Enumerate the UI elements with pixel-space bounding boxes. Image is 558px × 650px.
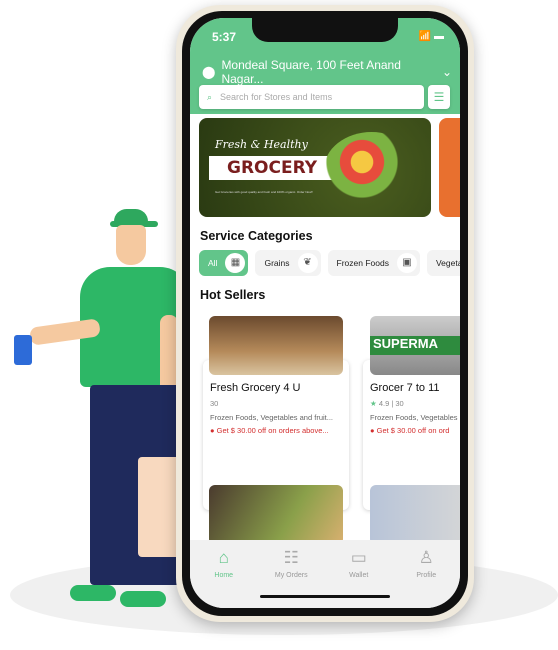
vegetables-image (324, 132, 419, 207)
wifi-battery-icon: 📶 ▬ (418, 31, 444, 42)
promo-banner-2[interactable] (439, 118, 460, 217)
chip-all[interactable]: All ▦ (199, 250, 249, 276)
location-selector[interactable]: ⬤ Mondeal Square, 100 Feet Anand Nagar..… (202, 58, 452, 86)
store-time: 30 (395, 399, 404, 408)
offer-text: Get $ 30.00 off on ord (376, 426, 450, 435)
profile-icon: ♙ (418, 548, 434, 567)
store-image (370, 485, 460, 545)
app-screen: 5:37 📶 ▬ ⬤ Mondeal Square, 100 Feet Anan… (190, 18, 460, 608)
hot-sellers-title: Hot Sellers (200, 288, 266, 302)
nav-label: Profile (416, 572, 437, 579)
chip-label: Grains (264, 258, 290, 268)
status-time: 5:37 (212, 30, 237, 44)
orders-icon: ☷ (283, 548, 299, 567)
chip-label: Vegetab (435, 258, 460, 268)
promo-banner[interactable]: Fresh & Healthy GROCERY Get Groceries wi… (199, 118, 431, 217)
banner-title: GROCERY (209, 156, 336, 180)
rating-value: 4.9 (378, 399, 390, 408)
categories-title: Service Categories (200, 229, 313, 243)
store-name: Fresh Grocery 4 U (210, 382, 301, 394)
store-image (209, 485, 343, 545)
store-offer: ● Get $ 30.00 off on orders above... (210, 426, 329, 435)
wallet-icon: ▭ (350, 548, 367, 567)
store-offer: ● Get $ 30.00 off on ord (370, 426, 450, 435)
nav-home[interactable]: ⌂ Home (190, 540, 258, 608)
banner-script: Fresh & Healthy (215, 138, 308, 151)
store-name: Grocer 7 to 11 (370, 382, 440, 394)
location-pin-icon: ⬤ (202, 65, 216, 79)
notch (252, 18, 398, 42)
offer-text: Get $ 30.00 off on orders above... (216, 426, 329, 435)
category-chips: All ▦ Grains ❦ Frozen Foods ▣ Vegetab (199, 250, 460, 276)
chip-label: Frozen Foods (336, 258, 389, 268)
chevron-down-icon: ⌄ (441, 65, 452, 79)
store-desc: Frozen Foods, Vegetables (370, 413, 458, 422)
basket-icon: ▦ (225, 253, 246, 273)
star-icon: ★ (370, 399, 377, 408)
sliders-icon: ☰ (433, 90, 445, 104)
frozen-icon: ▣ (396, 253, 417, 273)
store-desc: Frozen Foods, Vegetables and fruit... (210, 413, 333, 422)
home-indicator (260, 595, 390, 598)
store-time: 30 (210, 399, 219, 408)
banner-sub: Get Groceries with good quality and fres… (215, 190, 314, 194)
chip-frozen-foods[interactable]: Frozen Foods ▣ (327, 250, 420, 276)
chip-vegetables[interactable]: Vegetab (426, 250, 460, 276)
home-icon: ⌂ (218, 548, 229, 567)
nav-profile[interactable]: ♙ Profile (393, 540, 461, 608)
location-text: Mondeal Square, 100 Feet Anand Nagar... (221, 58, 401, 86)
chip-label: All (208, 258, 218, 268)
search-placeholder: Search for Stores and Items (220, 92, 333, 102)
supermarket-sign: SUPERMA (370, 336, 460, 355)
filter-button[interactable]: ☰ (428, 85, 450, 109)
nav-label: Wallet (349, 572, 369, 579)
nav-label: Home (214, 572, 234, 579)
search-input[interactable]: ⌕ Search for Stores and Items (199, 85, 424, 109)
chip-grains[interactable]: Grains ❦ (255, 250, 321, 276)
store-rating: ★ 4.9 | 30 (370, 399, 404, 408)
store-image (209, 316, 343, 375)
grain-icon: ❦ (297, 253, 318, 273)
search-icon: ⌕ (207, 91, 213, 102)
nav-label: My Orders (274, 572, 308, 579)
